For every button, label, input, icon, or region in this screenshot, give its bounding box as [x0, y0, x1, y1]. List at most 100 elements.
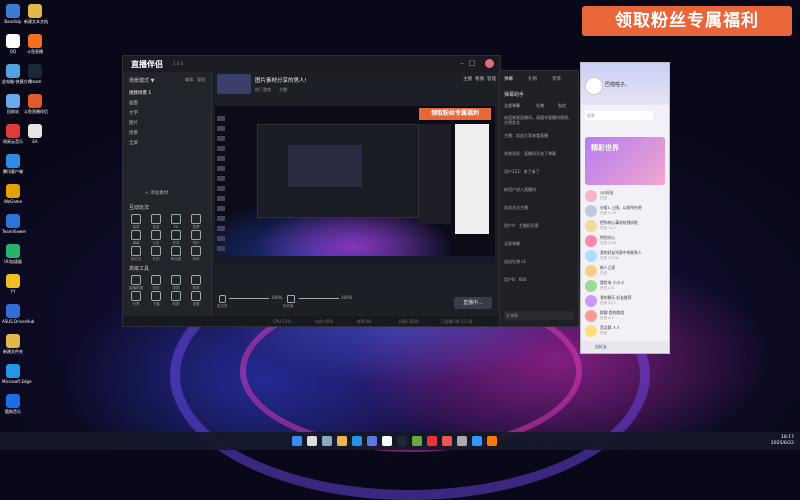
- qq-search[interactable]: 搜索: [585, 111, 653, 120]
- scene-item[interactable]: 文字: [129, 110, 207, 118]
- qq-list-item[interactable]: 特别关心 在线 3.28: [585, 234, 665, 250]
- douyu-icon[interactable]: [487, 436, 497, 446]
- mail-icon[interactable]: [472, 436, 482, 446]
- edge-icon[interactable]: [352, 436, 362, 446]
- avatar[interactable]: [485, 59, 494, 68]
- promo-banner[interactable]: 领取粉丝专属福利: [582, 6, 792, 36]
- mic-slider[interactable]: [229, 298, 269, 299]
- steam-icon[interactable]: [397, 436, 407, 446]
- tool-button[interactable]: 剪辑: [189, 275, 203, 291]
- chat-subtab-3[interactable]: 私信: [558, 103, 566, 109]
- music-icon[interactable]: [442, 436, 452, 446]
- tool-button[interactable]: 连麦: [149, 214, 163, 230]
- desktop-icon[interactable]: QQ: [2, 34, 24, 54]
- tool-button[interactable]: 礼物: [149, 246, 163, 262]
- scene-item[interactable]: 全屏: [129, 140, 207, 148]
- speaker-icon[interactable]: [287, 295, 295, 303]
- desktop-icon[interactable]: Microsoft Edge: [2, 364, 32, 384]
- tool-button[interactable]: 设置: [189, 291, 203, 307]
- settings-icon[interactable]: [457, 436, 467, 446]
- qq-list-item[interactable]: 新人之家 在线: [585, 264, 665, 280]
- tool-button[interactable]: 抢红包: [129, 246, 143, 262]
- desktop-icon[interactable]: Bandizip: [2, 4, 24, 24]
- minimize-icon[interactable]: –: [458, 59, 466, 67]
- tool-button[interactable]: 下播: [149, 291, 163, 307]
- start-icon[interactable]: [292, 436, 302, 446]
- stream-title[interactable]: 图片素材分享的男人!: [255, 76, 307, 84]
- qq-list-item[interactable]: QQ好友 在线: [585, 189, 665, 205]
- tool-button[interactable]: 回放: [149, 275, 163, 291]
- stream-preview[interactable]: 领取粉丝专属福利: [215, 106, 495, 263]
- desktop-icon[interactable]: EA: [24, 124, 46, 144]
- chat-tab-2[interactable]: 礼物: [528, 76, 537, 82]
- tool-button[interactable]: PK: [169, 214, 183, 229]
- live-button[interactable]: 直播中...: [454, 297, 492, 309]
- desktop-icon[interactable]: 斗鱼直播伴侣: [24, 94, 48, 114]
- tool-button[interactable]: 特效: [189, 246, 203, 262]
- chat-tab-1[interactable]: 弹幕: [504, 76, 513, 82]
- game-icon[interactable]: [412, 436, 422, 446]
- qq-list-item[interactable]: 把你的心事说给我听啦 在线 11.7: [585, 219, 665, 235]
- tool-button[interactable]: 弹幕: [129, 230, 143, 246]
- store-icon[interactable]: [367, 436, 377, 446]
- clock[interactable]: 18:17 2025/6/22: [771, 435, 794, 447]
- chat-input[interactable]: 发弹幕: [504, 311, 574, 320]
- chat-subtab-2[interactable]: 礼物: [536, 103, 544, 109]
- qq-list-item[interactable]: 我的好友列表中的联系人 在线 23.56: [585, 249, 665, 265]
- desktop-icon[interactable]: 网易云音乐: [2, 124, 24, 144]
- scene-manage-button[interactable]: 管理: [197, 77, 205, 83]
- desktop-icon[interactable]: 新建文件夹: [2, 334, 24, 354]
- tool-button[interactable]: 分享: [129, 291, 143, 307]
- mic-icon[interactable]: [219, 295, 226, 303]
- browser-icon[interactable]: [427, 436, 437, 446]
- desktop-icon[interactable]: TeamViewer: [2, 214, 26, 234]
- speaker-slider[interactable]: [299, 298, 339, 299]
- category-tag-1[interactable]: 热门游戏: [255, 87, 271, 93]
- desktop-icon[interactable]: Steam: [24, 64, 46, 84]
- taskview-icon[interactable]: [322, 436, 332, 446]
- scene-item[interactable]: 视频场景 1: [129, 90, 207, 98]
- maximize-icon[interactable]: □: [468, 59, 476, 67]
- tool-button[interactable]: 投票: [189, 214, 203, 230]
- qq-list-item[interactable]: 分组1 上线，以你所在地 在线 9.18: [585, 204, 665, 220]
- qq-list-item[interactable]: 冒险岛 小小小 在线 2.8: [585, 279, 665, 295]
- right-tab-1[interactable]: 主播: [463, 76, 472, 82]
- qq-list-item[interactable]: 群聊 我的群组 在线 4.5: [585, 309, 665, 325]
- add-source-button[interactable]: + 添加素材: [145, 190, 168, 196]
- chat-tab-3[interactable]: 贵宾: [552, 76, 561, 82]
- scene-item[interactable]: 场景: [129, 130, 207, 138]
- desktop-icon[interactable]: WeGame: [2, 184, 24, 204]
- desktop-icon[interactable]: ASUS DriverHub: [2, 304, 34, 324]
- tool-button[interactable]: 直播数据: [129, 275, 143, 291]
- desktop-icon[interactable]: 斗鱼直播: [24, 34, 46, 54]
- scene-item[interactable]: 图片: [129, 120, 207, 128]
- desktop-icon[interactable]: 回收站: [2, 94, 24, 114]
- tool-button[interactable]: 公告: [149, 230, 163, 246]
- desktop-icon[interactable]: YY: [2, 274, 24, 294]
- explorer-icon[interactable]: [337, 436, 347, 446]
- tool-button[interactable]: 粉丝团: [169, 246, 183, 262]
- right-tab-3[interactable]: 管理: [487, 76, 496, 82]
- category-tag-2[interactable]: 主播: [279, 87, 287, 93]
- desktop-icon[interactable]: UU加速器: [2, 244, 24, 264]
- stream-thumbnail[interactable]: [217, 74, 251, 94]
- qq-icon[interactable]: [382, 436, 392, 446]
- desktop-icon[interactable]: 此电脑-快捷方式: [2, 64, 31, 84]
- tool-button[interactable]: 转推: [169, 291, 183, 307]
- qq-nickname[interactable]: 巴啦啦子。: [605, 81, 630, 88]
- desktop-icon[interactable]: 腾讯客户端: [2, 154, 24, 174]
- qq-list-item[interactable]: 西北群 人人 在线: [585, 324, 665, 340]
- qq-hero-card[interactable]: 精彩世界: [585, 137, 665, 185]
- qq-avatar[interactable]: [585, 77, 603, 95]
- right-tab-2[interactable]: 看播: [475, 76, 484, 82]
- scene-header[interactable]: 场景模式 ▼: [129, 77, 154, 84]
- search-icon[interactable]: [307, 436, 317, 446]
- scene-edit-button[interactable]: 编辑: [185, 77, 193, 83]
- tool-button[interactable]: 排行: [189, 230, 203, 246]
- scene-item[interactable]: 画面: [129, 100, 207, 108]
- tool-button[interactable]: 任务: [169, 230, 183, 246]
- chat-subtab-1[interactable]: 全部弹幕: [504, 103, 520, 109]
- qq-list-item[interactable]: 我的聊天 好友推荐 在线 22.1: [585, 294, 665, 310]
- tool-button[interactable]: 录屏: [169, 275, 183, 291]
- desktop-icon[interactable]: 新建文本文档: [24, 4, 48, 24]
